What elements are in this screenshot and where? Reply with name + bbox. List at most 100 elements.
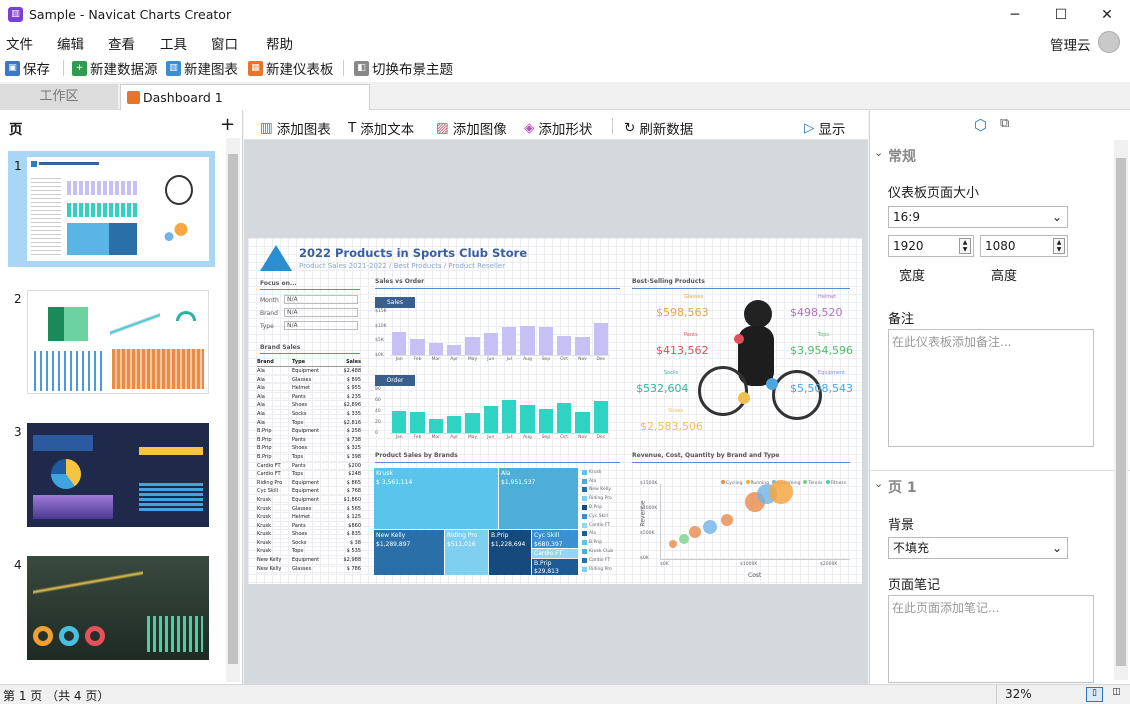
layout-single-icon[interactable]: ▯ (1086, 687, 1103, 702)
treemap-cell[interactable]: Cyc Skill $680,397 (532, 530, 578, 548)
add-image-button[interactable]: ▨ 添加图像 (436, 118, 507, 138)
bar[interactable] (465, 337, 480, 355)
spinner-icon[interactable]: ▲ ▼ (959, 238, 971, 254)
page-notes-textarea[interactable]: 在此页面添加笔记... (888, 595, 1094, 683)
layout-tab-icon[interactable]: ⧉ (1000, 116, 1009, 131)
menu-tools[interactable]: 工具 (160, 33, 187, 53)
bar[interactable] (502, 327, 517, 355)
table-row[interactable]: Krusk Tops $ 535 (257, 547, 361, 557)
scatter-point[interactable] (689, 526, 701, 538)
bar[interactable] (392, 331, 407, 355)
bar[interactable] (428, 343, 443, 355)
close-button[interactable]: ✕ (1084, 0, 1130, 30)
bar[interactable] (447, 344, 462, 355)
treemap-cell[interactable]: Cardio FT (532, 549, 578, 558)
menu-file[interactable]: 文件 (6, 33, 33, 53)
background-select[interactable]: 不填充 ⌄ (888, 537, 1068, 559)
refresh-button[interactable]: ↻ 刷新数据 (624, 118, 693, 138)
dashboard-title[interactable]: 2022 Products in Sports Club Store (299, 246, 527, 260)
save-button[interactable]: ▣ 保存 (5, 59, 50, 78)
tab-dashboard[interactable]: Dashboard 1 (120, 84, 370, 111)
treemap-cell[interactable]: B.Prip $29,813 (532, 559, 578, 575)
page-ratio-select[interactable]: 16:9 ⌄ (888, 206, 1068, 228)
table-row[interactable]: Cardio FT Tops $248 (257, 470, 361, 479)
bar[interactable] (520, 404, 535, 433)
treemap-cell[interactable]: B.Prip $1,228,694 (489, 530, 531, 575)
month-select[interactable]: N/A (284, 295, 358, 304)
menu-help[interactable]: 帮助 (266, 33, 293, 53)
spinner-icon[interactable]: ▲ ▼ (1053, 238, 1065, 254)
bar[interactable] (557, 402, 572, 433)
table-row[interactable]: New Kelly Glasses $ 786 (257, 565, 361, 574)
page-thumbnail-3[interactable]: 3 (8, 417, 215, 533)
switch-theme-button[interactable]: ◧ 切换布景主题 (354, 59, 453, 78)
properties-tab-icon[interactable]: ⬡ (974, 116, 987, 134)
bar[interactable] (593, 401, 608, 433)
sales-toggle-button[interactable]: Sales (375, 297, 415, 308)
table-row[interactable]: Cyc Skill Equipment $ 768 (257, 487, 361, 496)
general-section-title[interactable]: 常规 (888, 146, 916, 166)
table-row[interactable]: Ala Glasses $ 895 (257, 376, 361, 385)
add-chart-button[interactable]: ▥ 添加图表 (260, 118, 331, 138)
scatter-point[interactable] (721, 514, 733, 526)
bar[interactable] (410, 412, 425, 433)
bar[interactable] (483, 333, 498, 355)
user-name[interactable]: 管理云 (1050, 34, 1091, 54)
bar[interactable] (392, 411, 407, 433)
bar[interactable] (538, 408, 553, 433)
table-row[interactable]: Krusk Glasses $ 565 (257, 505, 361, 514)
tab-workspace[interactable]: 工作区 (0, 84, 118, 110)
bar[interactable] (575, 337, 590, 355)
scatter-plot[interactable] (660, 480, 850, 560)
table-row[interactable]: Krusk Pants $860 (257, 522, 361, 531)
table-row[interactable]: Krusk Shoes $ 835 (257, 530, 361, 539)
dashboard-page[interactable]: 2022 Products in Sports Club Store Produ… (248, 238, 862, 584)
table-row[interactable]: Riding Pro Equipment $ 865 (257, 479, 361, 488)
page-thumbnail-1[interactable]: 1 (8, 151, 215, 267)
table-row[interactable]: Ala Shoes $2,896 (257, 401, 361, 410)
page-thumbnail-2[interactable]: 2 (8, 284, 215, 400)
dashboard-subtitle[interactable]: Product Sales 2021-2022 / Best Products … (299, 262, 505, 270)
table-row[interactable]: Ala Tops $2,816 (257, 419, 361, 428)
table-row[interactable]: Krusk Socks $ 38 (257, 539, 361, 548)
bar[interactable] (502, 400, 517, 433)
bar[interactable] (520, 325, 535, 355)
bar[interactable] (428, 419, 443, 433)
scrollbar-thumb[interactable] (228, 154, 238, 664)
maximize-button[interactable]: ☐ (1038, 0, 1084, 30)
bar[interactable] (447, 415, 462, 433)
type-select[interactable]: N/A (284, 321, 358, 330)
chevron-down-icon[interactable]: ⌄ (874, 146, 883, 159)
table-row[interactable]: B.Prip Pants $ 738 (257, 436, 361, 445)
menu-view[interactable]: 查看 (108, 33, 135, 53)
menu-window[interactable]: 窗口 (211, 33, 238, 53)
bar[interactable] (410, 338, 425, 355)
bar[interactable] (593, 322, 608, 355)
add-page-button[interactable]: + (220, 114, 235, 135)
notes-textarea[interactable]: 在此仪表板添加备注... (888, 329, 1094, 447)
table-row[interactable]: Ala Pants $ 235 (257, 393, 361, 402)
page-section-title[interactable]: 页 1 (888, 477, 917, 497)
treemap-cell[interactable]: Riding Pro $511,016 (445, 530, 488, 575)
chevron-down-icon[interactable]: ⌄ (874, 477, 883, 490)
scatter-point[interactable] (769, 480, 793, 504)
order-bar-chart[interactable] (390, 390, 610, 434)
new-dashboard-button[interactable]: ▦ 新建仪表板 (248, 59, 334, 78)
table-row[interactable]: B.Prip Tops $ 398 (257, 453, 361, 462)
scatter-point[interactable] (679, 534, 689, 544)
menu-edit[interactable]: 编辑 (57, 33, 84, 53)
avatar[interactable] (1098, 31, 1120, 53)
scrollbar-thumb[interactable] (1116, 158, 1126, 666)
show-button[interactable]: ▷ 显示 (804, 118, 845, 138)
table-row[interactable]: Krusk Helmet $ 125 (257, 513, 361, 522)
bar[interactable] (575, 411, 590, 433)
sales-bar-chart[interactable] (390, 312, 610, 356)
table-row[interactable]: Ala Helmet $ 955 (257, 384, 361, 393)
width-input[interactable]: 1920 ▲ ▼ (888, 235, 974, 257)
zoom-level[interactable]: 32% (1005, 687, 1032, 701)
treemap-cell[interactable]: New Kelly $1,289,897 (374, 530, 444, 575)
brand-select[interactable]: N/A (284, 308, 358, 317)
minimize-button[interactable]: ─ (992, 0, 1038, 30)
page-thumbnail-4[interactable]: 4 (8, 550, 215, 666)
new-chart-button[interactable]: ▥ 新建图表 (166, 59, 238, 78)
